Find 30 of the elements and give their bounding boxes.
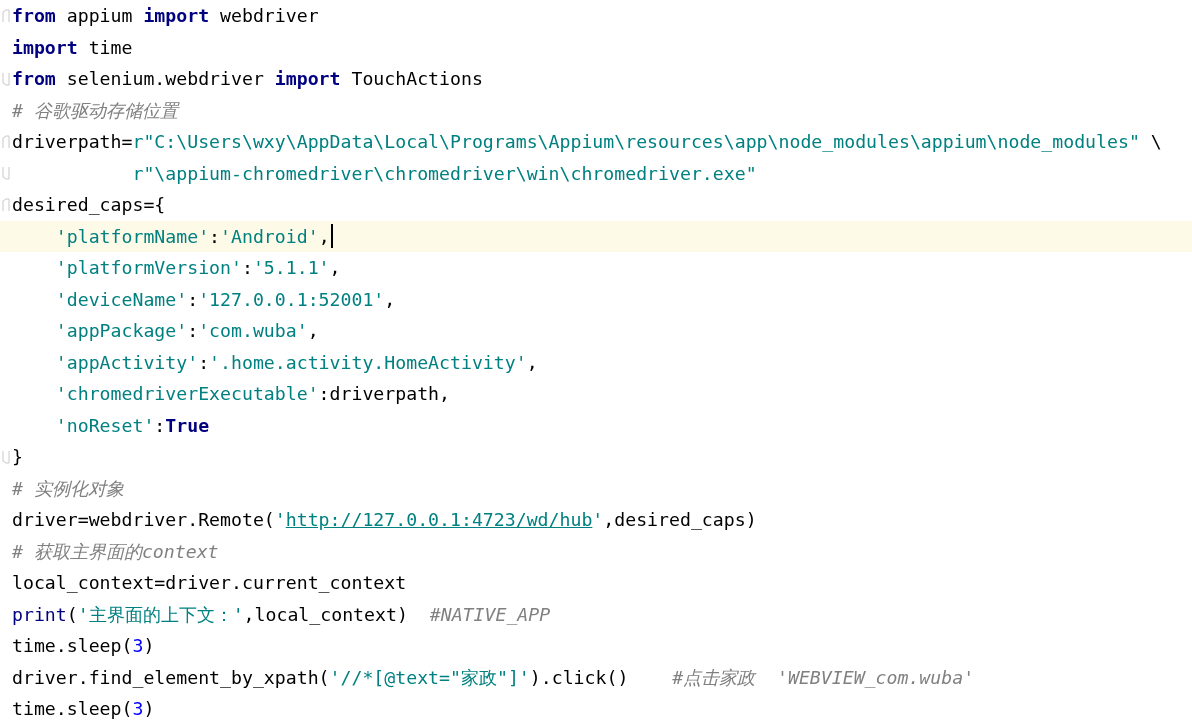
fold-icon[interactable] [2, 449, 10, 464]
code-line: import time [12, 36, 133, 58]
code-line: 'appPackage':'com.wuba', [54, 320, 319, 342]
code-line: driver.find_element_by_xpath('//*[@text="家政"]').click() #点击家政 'WEBVIEW_com.wuba' [12, 665, 975, 690]
code-line: from selenium.webdriver import TouchActions [12, 68, 483, 90]
code-line: 'platformVersion':'5.1.1', [54, 257, 341, 279]
code-line: 'appActivity':'.home.activity.HomeActivity', [54, 351, 538, 373]
code-line: print('主界面的上下文：',local_context) #NATIVE_APP [12, 602, 551, 627]
fold-icon[interactable] [2, 166, 10, 181]
code-line: 'deviceName':'127.0.0.1:52001', [54, 288, 396, 310]
code-line: } [12, 446, 23, 468]
code-line: time.sleep(3) [12, 635, 155, 657]
code-line: # 获取主界面的context [12, 539, 219, 564]
code-line: 'chromedriverExecutable':driverpath, [54, 383, 450, 405]
code-line: local_context=driver.current_context [12, 572, 407, 594]
fold-icon[interactable] [2, 8, 10, 23]
fold-icon[interactable] [2, 197, 10, 212]
fold-icon[interactable] [2, 71, 10, 86]
code-line: driver=webdriver.Remote('http://127.0.0.1:4723/wd/hub',desired_caps) [12, 509, 757, 531]
code-line: # 实例化对象 [12, 476, 124, 501]
code-line: 'platformName':'Android', [54, 225, 330, 247]
code-line: desired_caps={ [12, 194, 166, 216]
code-line: # 谷歌驱动存储位置 [12, 98, 178, 123]
fold-icon[interactable] [2, 134, 10, 149]
code-line: time.sleep(3) [12, 698, 155, 720]
code-line: driverpath=r"C:\Users\wxy\AppData\Local\Programs\Appium\resources\app\node_modules\appium\node_modules" \ [12, 131, 1162, 153]
text-cursor [330, 224, 333, 249]
code-line: 'noReset':True [54, 414, 210, 436]
code-line: r"\appium-chromedriver\chromedriver\win\chromedriver.exe" [131, 162, 757, 184]
code-line: from appium import webdriver [12, 5, 319, 27]
